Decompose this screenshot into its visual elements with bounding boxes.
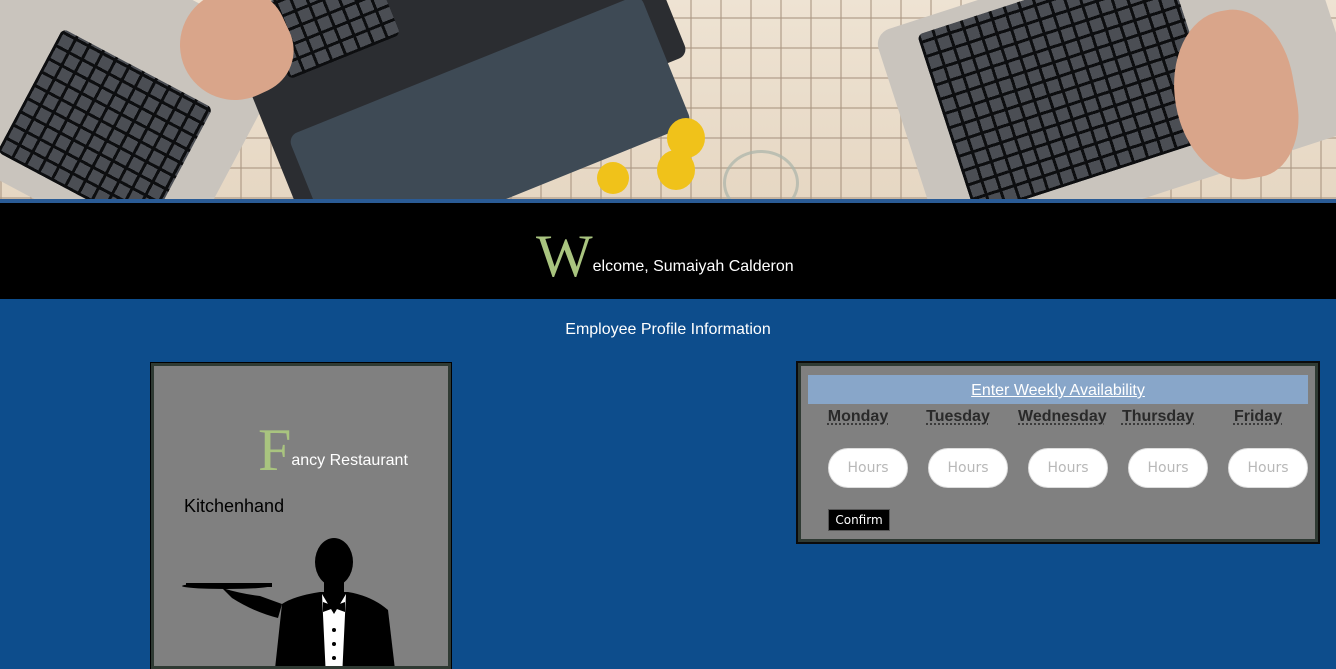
enter-weekly-availability-link[interactable]: Enter Weekly Availability [808, 375, 1308, 404]
hours-input-tuesday[interactable] [928, 448, 1008, 488]
hours-input-wednesday[interactable] [1028, 448, 1108, 488]
waiter-silhouette-icon [182, 538, 395, 666]
day-label-monday: Monday [827, 408, 889, 425]
day-label-thursday: Thursday [1121, 408, 1194, 425]
day-label-tuesday: Tuesday [926, 408, 990, 425]
hero-banner-image [0, 0, 1336, 199]
company-initial: F [258, 417, 292, 483]
availability-form: Enter Weekly Availability Monday Tuesday… [808, 375, 1308, 532]
company-name: F ancy Restaurant [258, 420, 408, 480]
day-label-wednesday: Wednesday [1018, 408, 1107, 425]
section-title: Employee Profile Information [565, 321, 771, 338]
hours-input-thursday[interactable] [1128, 448, 1208, 488]
hours-input-monday[interactable] [828, 448, 908, 488]
hours-input-friday[interactable] [1228, 448, 1308, 488]
confirm-button[interactable]: Confirm [828, 509, 890, 531]
welcome-text: elcome, Sumaiyah Calderon [592, 258, 794, 275]
job-role: Kitchenhand [184, 496, 285, 516]
profile-card: F ancy Restaurant Kitchenhand [150, 362, 452, 669]
welcome-heading: W elcome, Sumaiyah Calderon [536, 222, 794, 286]
day-label-friday: Friday [1233, 408, 1282, 425]
company-text: ancy Restaurant [291, 452, 408, 469]
availability-panel: Enter Weekly Availability Monday Tuesday… [796, 361, 1320, 544]
welcome-initial: W [536, 223, 593, 289]
